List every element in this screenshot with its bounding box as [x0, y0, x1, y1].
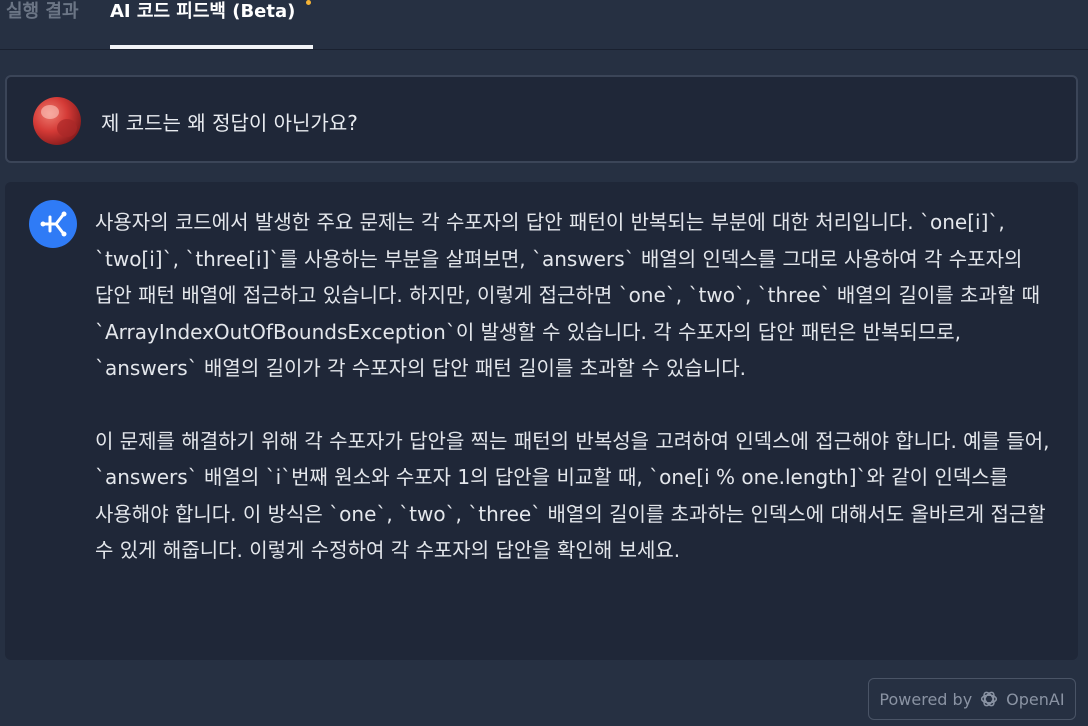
- answer-paragraph: 사용자의 코드에서 발생한 주요 문제는 각 수포자의 답안 패턴이 반복되는 …: [95, 210, 1040, 380]
- question-text: 제 코드는 왜 정답이 아닌가요?: [101, 111, 358, 135]
- powered-by-openai-badge[interactable]: Powered by OpenAI: [868, 678, 1076, 720]
- tab-run-result-label: 실행 결과: [6, 1, 79, 22]
- openai-brand-label: OpenAI: [1006, 689, 1065, 709]
- openai-icon: [981, 691, 998, 707]
- powered-by-label: Powered by: [879, 689, 973, 709]
- active-tab-indicator: [110, 45, 313, 49]
- tab-ai-feedback-label: AI 코드 피드백 (Beta): [110, 1, 296, 22]
- tab-ai-feedback[interactable]: AI 코드 피드백 (Beta): [110, 0, 313, 50]
- tab-bar: 실행 결과 AI 코드 피드백 (Beta): [0, 0, 1088, 50]
- answer-body: 사용자의 코드에서 발생한 주요 문제는 각 수포자의 답안 패턴이 반복되는 …: [95, 204, 1055, 569]
- ai-answer-card: 사용자의 코드에서 발생한 주요 문제는 각 수포자의 답안 패턴이 반복되는 …: [5, 182, 1078, 660]
- tab-run-result[interactable]: 실행 결과: [6, 0, 79, 50]
- answer-paragraph: 이 문제를 해결하기 위해 각 수포자가 답안을 찍는 패턴의 반복성을 고려하…: [95, 428, 1050, 563]
- user-question-card: 제 코드는 왜 정답이 아닌가요?: [5, 75, 1078, 163]
- bot-glyph-icon: [40, 211, 67, 237]
- user-avatar: [33, 97, 81, 145]
- new-badge-dot: [306, 0, 311, 5]
- ai-bot-icon: [29, 200, 77, 248]
